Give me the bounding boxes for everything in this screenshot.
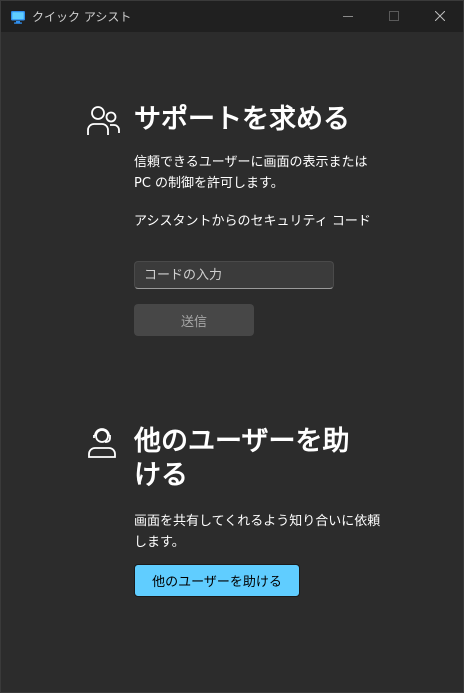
give-help-description: 画面を共有してくれるよう知り合いに依頼します。 [134, 514, 381, 550]
people-icon [85, 104, 121, 140]
quick-assist-window: クイック アシスト サポートを求める 信頼できるユーザーに画面の表示または PC… [0, 0, 464, 693]
window-title: クイック アシスト [32, 10, 132, 24]
security-code-input[interactable] [134, 261, 334, 289]
security-code-label: アシスタントからのセキュリティ コード [134, 214, 371, 229]
give-help-heading-line2: ける [134, 460, 188, 491]
monitor-icon [10, 9, 26, 25]
get-help-description: 信頼できるユーザーに画面の表示または PC の制御を許可します。 [134, 155, 368, 191]
minimize-icon [343, 16, 353, 17]
maximize-button[interactable] [371, 1, 417, 32]
give-help-heading-line1: 他のユーザーを助 [134, 426, 350, 457]
close-button[interactable] [417, 1, 463, 32]
person-headset-icon [85, 425, 121, 461]
minimize-button[interactable] [325, 1, 371, 32]
get-help-heading: サポートを求める [134, 104, 350, 135]
maximize-icon [389, 11, 399, 21]
close-icon [435, 11, 445, 21]
submit-button[interactable]: 送信 [134, 304, 254, 336]
title-bar[interactable]: クイック アシスト [1, 1, 463, 32]
help-someone-button[interactable]: 他のユーザーを助ける [134, 564, 300, 597]
